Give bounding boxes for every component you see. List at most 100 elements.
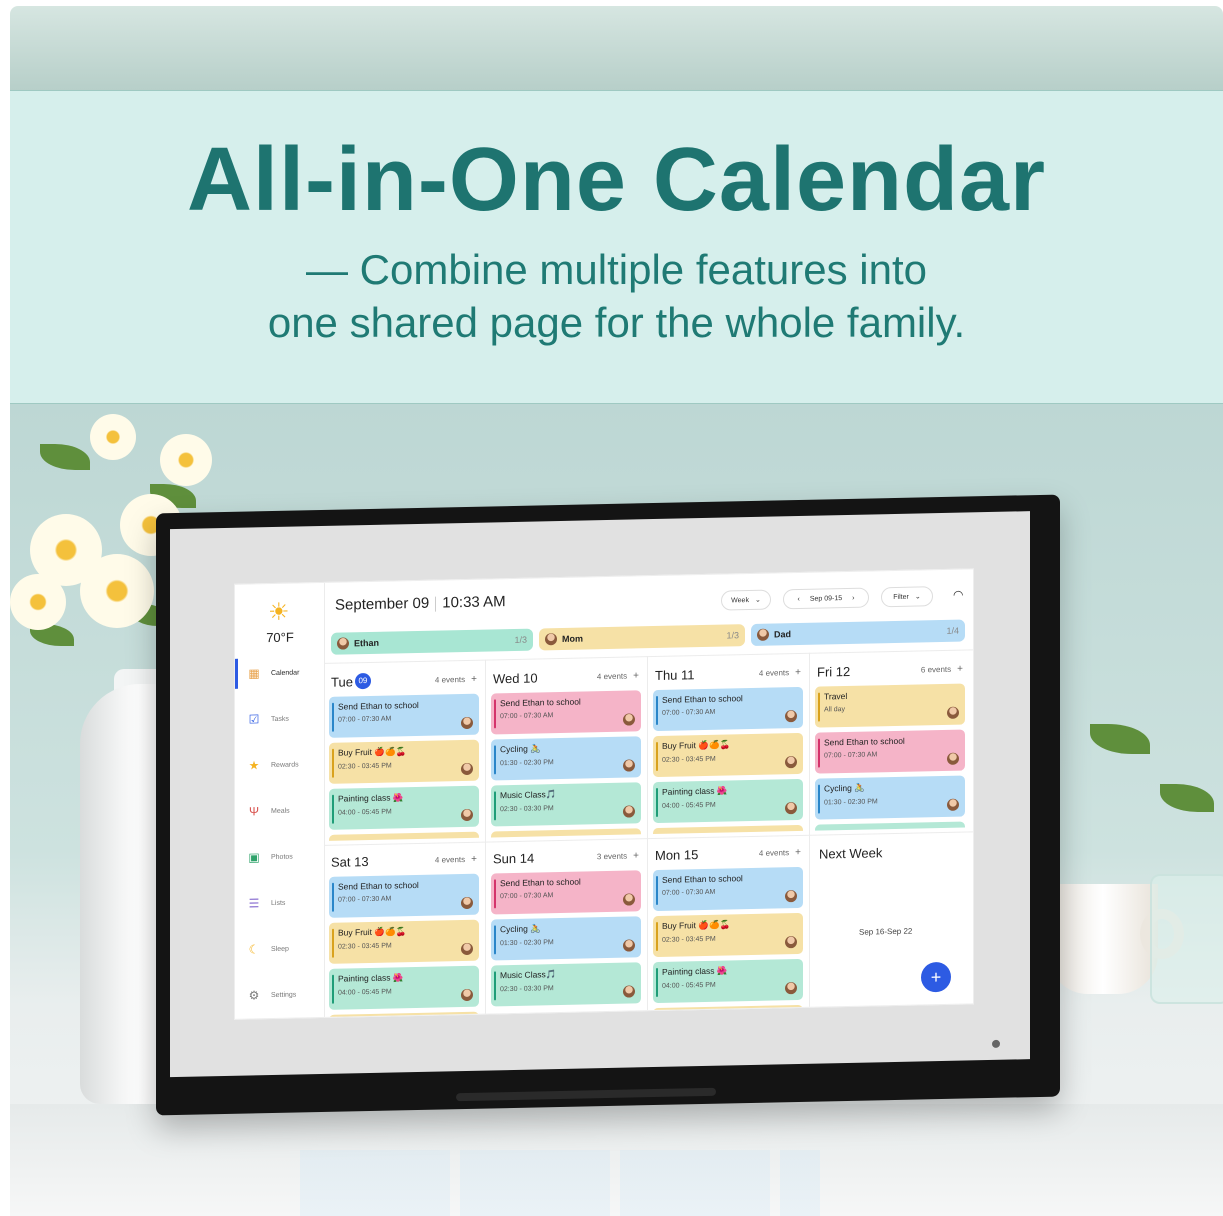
sidebar-item-meals[interactable]: Ψ Meals bbox=[235, 795, 325, 827]
event-card[interactable]: Buy Fruit 🍎🍊🍒 02:30 - 03:45 PM bbox=[653, 912, 803, 958]
event-time: 02:30 - 03:45 PM bbox=[662, 935, 716, 944]
event-count: 3 events bbox=[596, 851, 628, 861]
checkbox-icon: ☑ bbox=[248, 712, 260, 727]
add-event-icon[interactable]: + bbox=[957, 663, 963, 674]
avatar bbox=[623, 759, 635, 772]
event-card[interactable]: Travel All day bbox=[815, 683, 965, 728]
event-card[interactable]: Send Ethan to school 07:00 - 07:30 AM bbox=[329, 693, 479, 738]
sidebar-item-label: Tasks bbox=[271, 715, 289, 723]
event-card[interactable]: Send Ethan to school 07:00 - 07:30 AM bbox=[329, 873, 479, 918]
avatar bbox=[461, 988, 473, 1002]
list-icon: ☰ bbox=[248, 896, 260, 911]
event-card-peek[interactable] bbox=[653, 824, 803, 835]
event-card[interactable]: Buy Fruit 🍎🍊🍒 02:30 - 03:45 PM bbox=[329, 739, 479, 784]
sidebar-item-sleep[interactable]: ☾ Sleep bbox=[235, 933, 325, 965]
add-event-icon[interactable]: + bbox=[471, 673, 477, 684]
next-week-range[interactable]: Sep 16-Sep 22 bbox=[859, 927, 912, 937]
event-title: Painting class 🌺 bbox=[338, 972, 404, 984]
event-title: Send Ethan to school bbox=[338, 699, 419, 712]
sidebar-item-calendar[interactable]: ▦ Calendar bbox=[235, 656, 325, 689]
event-time: 01:30 - 02:30 PM bbox=[824, 798, 878, 807]
event-card[interactable]: Send Ethan to school 07:00 - 07:30 AM bbox=[653, 866, 803, 912]
top-banner-strip bbox=[10, 6, 1223, 90]
event-time: 07:00 - 07:30 AM bbox=[824, 751, 878, 760]
event-card[interactable]: Painting class 🌺 04:00 - 05:45 PM bbox=[653, 958, 803, 1004]
sidebar-item-rewards[interactable]: ★ Rewards bbox=[235, 749, 325, 781]
event-card[interactable]: Send Ethan to school 07:00 - 07:30 AM bbox=[491, 870, 641, 915]
sidebar-item-photos[interactable]: ▣ Photos bbox=[235, 841, 325, 873]
wifi-icon: ◠ bbox=[953, 587, 964, 602]
event-title: Travel bbox=[824, 690, 848, 702]
event-time: 02:30 - 03:45 PM bbox=[662, 755, 716, 764]
event-card[interactable]: Music Class🎵 02:30 - 03:30 PM bbox=[491, 782, 641, 827]
event-title: Send Ethan to school bbox=[500, 696, 581, 709]
day-header: Sun 14 3 events + bbox=[487, 840, 645, 873]
hero-title: All-in-One Calendar bbox=[186, 130, 1047, 230]
event-card-peek[interactable] bbox=[653, 1004, 803, 1015]
event-card-peek[interactable] bbox=[815, 821, 965, 831]
avatar bbox=[337, 637, 349, 650]
person-chip-mom[interactable]: Mom 1/3 bbox=[539, 624, 745, 651]
event-time: 07:00 - 07:30 AM bbox=[500, 892, 554, 901]
sidebar-item-tasks[interactable]: ☑ Tasks bbox=[235, 703, 325, 735]
event-time: 04:00 - 05:45 PM bbox=[338, 988, 392, 997]
add-event-icon[interactable]: + bbox=[633, 850, 639, 861]
add-event-icon[interactable]: + bbox=[795, 666, 801, 677]
event-card[interactable]: Send Ethan to school 07:00 - 07:30 AM bbox=[653, 686, 803, 732]
day-column-tue: Tue 09 4 events + Send Ethan to school 07:… bbox=[325, 664, 483, 841]
event-card-peek[interactable] bbox=[329, 1011, 479, 1020]
event-card[interactable]: Music Class🎵 02:30 - 03:30 PM bbox=[491, 962, 641, 1007]
event-time: 07:00 - 07:30 AM bbox=[662, 888, 716, 897]
event-time: 07:00 - 07:30 AM bbox=[500, 712, 554, 721]
event-card[interactable]: Painting class 🌺 04:00 - 05:45 PM bbox=[329, 965, 479, 1010]
filter-button[interactable]: Filter ⌄ bbox=[881, 586, 933, 608]
event-count: 4 events bbox=[434, 854, 466, 865]
event-title: Cycling 🚴 bbox=[500, 923, 541, 935]
event-card[interactable]: Cycling 🚴 01:30 - 02:30 PM bbox=[491, 916, 641, 961]
cutlery-icon: Ψ bbox=[248, 804, 260, 819]
event-time: 01:30 - 02:30 PM bbox=[500, 759, 554, 768]
event-title: Cycling 🚴 bbox=[824, 782, 865, 794]
divider bbox=[435, 596, 437, 612]
event-card[interactable]: Send Ethan to school 07:00 - 07:30 AM bbox=[815, 729, 965, 774]
event-card[interactable]: Cycling 🚴 01:30 - 02:30 PM bbox=[815, 775, 965, 820]
event-card-peek[interactable] bbox=[329, 831, 479, 841]
event-title: Send Ethan to school bbox=[662, 693, 743, 705]
day-header: Sat 13 4 events + bbox=[325, 844, 483, 877]
event-card[interactable]: Painting class 🌺 04:00 - 05:45 PM bbox=[653, 778, 803, 824]
avatar bbox=[623, 713, 635, 726]
event-card[interactable]: Buy Fruit 🍎🍊🍒 02:30 - 03:45 PM bbox=[653, 732, 803, 778]
avatar bbox=[623, 939, 635, 952]
sidebar-item-label: Settings bbox=[271, 991, 297, 999]
add-event-icon[interactable]: + bbox=[633, 670, 639, 681]
sidebar-item-lists[interactable]: ☰ Lists bbox=[235, 887, 325, 919]
view-select[interactable]: Week ⌄ bbox=[721, 589, 771, 611]
hero-subtitle-line-2: one shared page for the whole family. bbox=[267, 299, 966, 346]
event-card[interactable]: Buy Fruit 🍎🍊🍒 02:30 - 03:45 PM bbox=[329, 919, 479, 964]
star-icon: ★ bbox=[248, 758, 260, 773]
event-card-peek[interactable] bbox=[491, 828, 641, 838]
sidebar-item-label: Lists bbox=[271, 899, 286, 907]
sidebar-item-label: Calendar bbox=[271, 668, 300, 677]
avatar bbox=[785, 982, 797, 995]
add-event-icon[interactable]: + bbox=[471, 853, 477, 864]
avatar bbox=[785, 890, 797, 903]
person-chip-ethan[interactable]: Ethan 1/3 bbox=[331, 628, 533, 655]
view-select-label: Week bbox=[731, 596, 749, 604]
avatar bbox=[461, 942, 473, 956]
person-chip-dad[interactable]: Dad 1/4 bbox=[751, 619, 965, 647]
chevron-right-icon[interactable]: › bbox=[852, 594, 854, 601]
photo-icon: ▣ bbox=[248, 850, 260, 865]
event-title: Cycling 🚴 bbox=[500, 743, 541, 755]
chevron-left-icon[interactable]: ‹ bbox=[798, 595, 800, 602]
avatar bbox=[947, 752, 959, 765]
sidebar-item-settings[interactable]: ⚙ Settings bbox=[235, 979, 325, 1011]
person-count: 1/3 bbox=[514, 634, 527, 645]
add-event-icon[interactable]: + bbox=[795, 846, 801, 857]
event-time: 07:00 - 07:30 AM bbox=[338, 895, 392, 904]
event-card[interactable]: Cycling 🚴 01:30 - 02:30 PM bbox=[491, 736, 641, 781]
event-card[interactable]: Send Ethan to school 07:00 - 07:30 AM bbox=[491, 690, 641, 735]
range-navigator: ‹ Sep 09-15 › bbox=[783, 587, 869, 610]
add-event-button[interactable]: + bbox=[921, 961, 951, 993]
event-card[interactable]: Painting class 🌺 04:00 - 05:45 PM bbox=[329, 785, 479, 830]
